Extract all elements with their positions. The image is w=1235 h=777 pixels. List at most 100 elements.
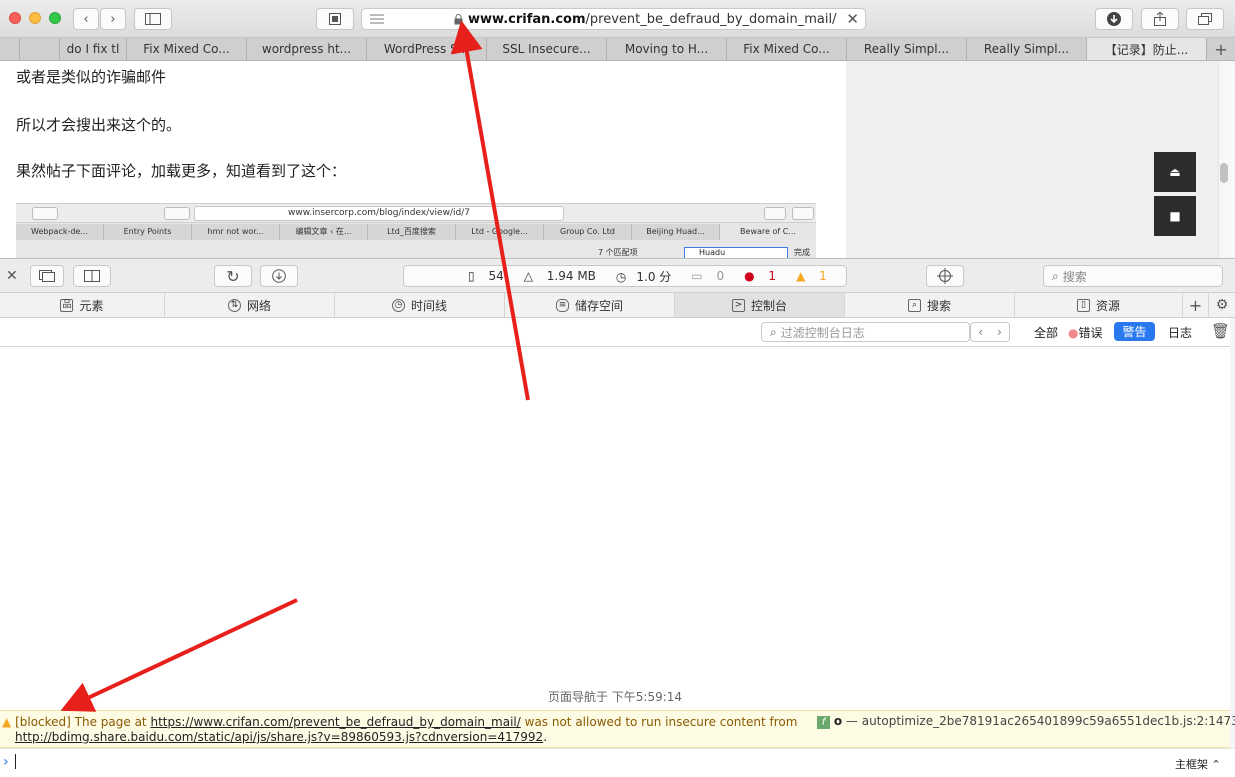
filter-errors[interactable]: ●错误 bbox=[1068, 324, 1103, 341]
embedded-tab: Beijing Huad... bbox=[632, 224, 720, 240]
tab-search[interactable]: ⌕ 搜索 bbox=[845, 293, 1015, 317]
embedded-tab: Webpack-de... bbox=[16, 224, 104, 240]
console-scrollbar[interactable] bbox=[1230, 318, 1235, 748]
embedded-tabs-button bbox=[792, 207, 814, 220]
minimize-window-button[interactable] bbox=[29, 12, 41, 24]
tab-elements[interactable]: 品元素 bbox=[0, 293, 165, 317]
page-scrollbar-thumb[interactable] bbox=[1220, 163, 1228, 183]
paragraph: 所以才会搜出来这个的。 bbox=[16, 116, 182, 134]
document-icon: ▯ bbox=[468, 269, 475, 283]
share-icon bbox=[1154, 12, 1166, 26]
new-tab-button[interactable]: + bbox=[1207, 38, 1235, 60]
embedded-tab: Entry Points bbox=[104, 224, 192, 240]
insecure-resource-link[interactable]: http://bdimg.share.baidu.com/static/api/… bbox=[15, 730, 543, 744]
tab-pinned-2[interactable] bbox=[20, 38, 60, 60]
forward-button[interactable]: › bbox=[100, 8, 126, 30]
zoom-window-button[interactable] bbox=[49, 12, 61, 24]
sidebar-toggle-button[interactable] bbox=[134, 8, 172, 30]
tab-overview-button[interactable] bbox=[1186, 8, 1224, 30]
eject-icon: ⏏ bbox=[1169, 165, 1181, 179]
reader-button[interactable] bbox=[316, 8, 354, 30]
chevron-left-icon[interactable]: ‹ bbox=[978, 325, 983, 339]
paragraph: 或者是类似的诈骗邮件 bbox=[16, 68, 167, 86]
tab-resources[interactable]: ▯ 资源 bbox=[1015, 293, 1183, 317]
devtools-search-input[interactable]: ⌕ 搜索 bbox=[1043, 265, 1223, 287]
resources-size[interactable]: △ 1.94 MB bbox=[524, 269, 606, 283]
chevron-right-icon: › bbox=[110, 11, 116, 27]
embedded-tab: 编辑文章 ‹ 在... bbox=[280, 224, 368, 240]
downloads-button[interactable] bbox=[1095, 8, 1133, 30]
reload-button[interactable]: ↻ bbox=[214, 265, 252, 287]
close-devtools-icon[interactable]: ✕ bbox=[6, 268, 18, 284]
frame-selector[interactable]: 主框架 ⌃ bbox=[1175, 756, 1221, 772]
tab-bar: do I fix tl Fix Mixed Co... wordpress ht… bbox=[0, 38, 1235, 61]
tab-item[interactable]: wordpress ht... bbox=[247, 38, 367, 60]
log-count[interactable]: ▭ 0 bbox=[691, 269, 734, 283]
embedded-tab: Ltd_百度搜索 bbox=[368, 224, 456, 240]
back-button[interactable]: ‹ bbox=[73, 8, 99, 30]
text-caret bbox=[15, 754, 16, 769]
add-tab-button[interactable]: + bbox=[1183, 293, 1209, 317]
download-icon bbox=[1107, 12, 1121, 26]
chevron-right-icon[interactable]: › bbox=[997, 325, 1002, 339]
download-archive-button[interactable] bbox=[260, 265, 298, 287]
tab-item[interactable]: Really Simpl... bbox=[967, 38, 1087, 60]
scroll-top-button[interactable]: ⏏ bbox=[1154, 152, 1196, 192]
tab-item[interactable]: do I fix tl bbox=[60, 38, 127, 60]
address-bar[interactable]: www.crifan.com/prevent_be_defraud_by_dom… bbox=[361, 8, 866, 30]
dock-detach-button[interactable] bbox=[30, 265, 64, 287]
close-window-button[interactable] bbox=[9, 12, 21, 24]
page-scrollbar[interactable] bbox=[1218, 61, 1235, 258]
comment-button[interactable]: ■ bbox=[1154, 196, 1196, 236]
tab-item[interactable]: Fix Mixed Co... bbox=[127, 38, 247, 60]
weight-icon: △ bbox=[523, 269, 533, 283]
reader-list-icon bbox=[370, 14, 384, 24]
prompt-chevron-icon: › bbox=[3, 754, 9, 770]
tab-timeline[interactable]: ◷ 时间线 bbox=[335, 293, 505, 317]
console-output bbox=[0, 347, 1230, 710]
tab-item[interactable]: Moving to H... bbox=[607, 38, 727, 60]
tab-item[interactable]: Really Simpl... bbox=[847, 38, 967, 60]
filter-all[interactable]: 全部 bbox=[1034, 324, 1058, 341]
console-filter-input[interactable]: ⌕ 过滤控制台日志 bbox=[761, 322, 970, 342]
sidebar-icon bbox=[145, 13, 161, 25]
plus-icon: + bbox=[1188, 295, 1203, 315]
chevron-left-icon: ‹ bbox=[83, 11, 89, 27]
source-location[interactable]: f o — autoptimize_2be78191ac265401899c59… bbox=[817, 714, 1235, 729]
dock-side-button[interactable] bbox=[73, 265, 111, 287]
warning-count[interactable]: ▲ 1 bbox=[796, 269, 837, 283]
share-button[interactable] bbox=[1141, 8, 1179, 30]
load-time[interactable]: ◷ 1.0 分 bbox=[616, 268, 681, 285]
tab-item[interactable]: WordPress S... bbox=[367, 38, 487, 60]
embedded-tab: Beware of C... bbox=[720, 224, 816, 240]
embedded-reader-button bbox=[164, 207, 190, 220]
console-prompt[interactable]: › 主框架 ⌃ bbox=[0, 748, 1235, 777]
history-nav: ‹ › bbox=[970, 322, 1010, 342]
tab-item[interactable]: SSL Insecure... bbox=[487, 38, 607, 60]
tab-console[interactable]: > 控制台 bbox=[675, 293, 845, 317]
tab-item-active[interactable]: 【记录】防止... bbox=[1087, 38, 1207, 60]
error-dot-icon: ● bbox=[1068, 326, 1079, 340]
network-icon: ⇅ bbox=[227, 298, 241, 312]
lock-icon bbox=[454, 14, 463, 25]
error-icon: ● bbox=[744, 269, 755, 283]
blocked-page-link[interactable]: https://www.crifan.com/prevent_be_defrau… bbox=[150, 715, 520, 729]
gear-icon: ⚙ bbox=[1215, 297, 1229, 313]
settings-button[interactable]: ⚙ bbox=[1209, 293, 1235, 317]
console-icon: > bbox=[731, 298, 745, 312]
tab-network[interactable]: ⇅ 网络 bbox=[165, 293, 335, 317]
tab-storage[interactable]: ≡ 储存空间 bbox=[505, 293, 675, 317]
filter-logs[interactable]: 日志 bbox=[1168, 324, 1192, 341]
filter-warnings[interactable]: 警告 bbox=[1114, 322, 1155, 341]
clear-url-icon[interactable]: ✕ bbox=[846, 10, 859, 28]
tab-pinned-1[interactable] bbox=[0, 38, 20, 60]
resources-count[interactable]: ▯ 54 bbox=[468, 269, 514, 283]
error-count[interactable]: ● 1 bbox=[744, 269, 786, 283]
trash-icon[interactable]: 🗑 bbox=[1211, 322, 1230, 340]
embedded-tab: hmr not wor... bbox=[192, 224, 280, 240]
clock-icon: ◷ bbox=[615, 269, 627, 284]
tab-item[interactable]: Fix Mixed Co... bbox=[727, 38, 847, 60]
storage-icon: ≡ bbox=[555, 298, 569, 312]
download-circle-icon bbox=[272, 269, 286, 283]
inspect-element-button[interactable] bbox=[926, 265, 964, 287]
